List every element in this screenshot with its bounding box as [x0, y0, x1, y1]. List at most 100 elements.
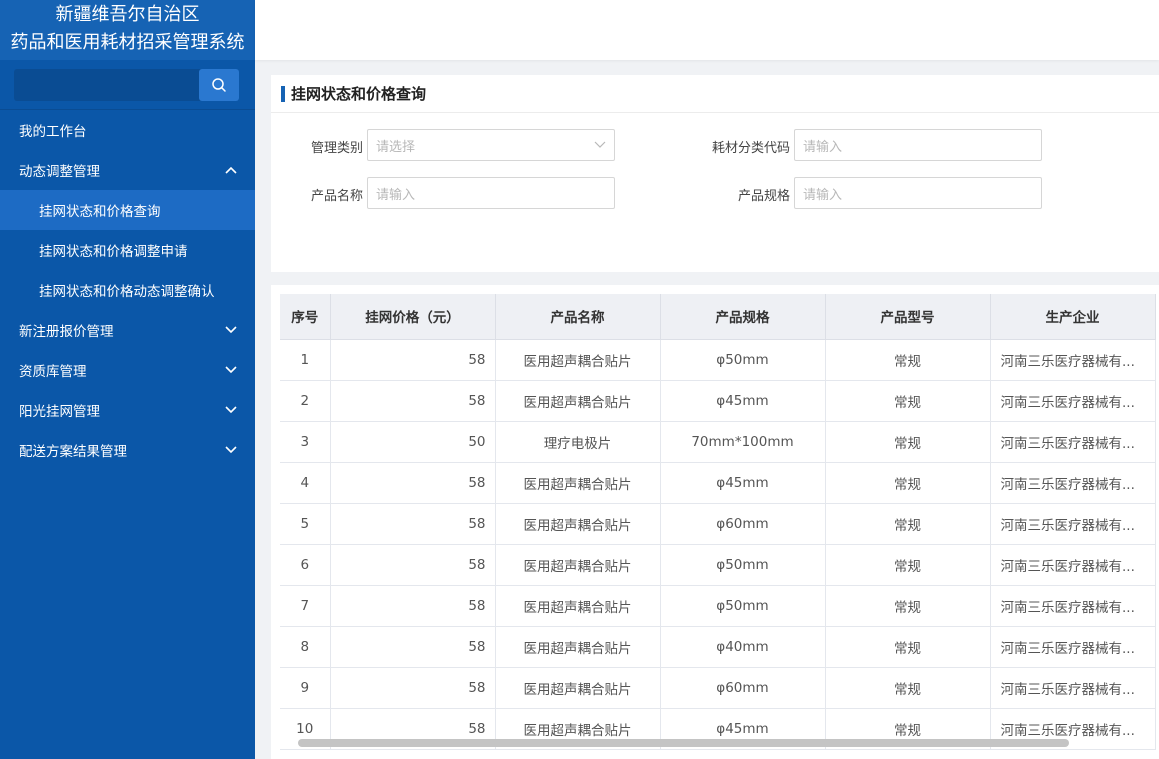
table-cell: 58: [330, 380, 496, 422]
table-row[interactable]: 9 58 医用超声耦合贴片 φ60mm 常规 河南三乐医疗器械有...: [280, 667, 1156, 709]
table-cell: 70mm*100mm: [660, 421, 826, 463]
table-row[interactable]: 4 58 医用超声耦合贴片 φ45mm 常规 河南三乐医疗器械有...: [280, 462, 1156, 504]
column-header[interactable]: 挂网价格（元）: [330, 294, 496, 340]
table-cell: 医用超声耦合贴片: [495, 380, 661, 422]
table-cell: 58: [330, 585, 496, 627]
panel-title: 挂网状态和价格查询: [271, 75, 1159, 113]
sidebar-item[interactable]: 我的工作台: [0, 110, 255, 150]
sidebar-item-label: 挂网状态和价格动态调整确认: [39, 284, 215, 300]
sidebar-item[interactable]: 挂网状态和价格查询: [0, 190, 255, 230]
table-cell: 58: [330, 503, 496, 545]
sidebar-item[interactable]: 资质库管理: [0, 350, 255, 390]
chevron-down-icon: [225, 364, 237, 376]
table-row[interactable]: 8 58 医用超声耦合贴片 φ40mm 常规 河南三乐医疗器械有...: [280, 626, 1156, 668]
table-cell: 医用超声耦合贴片: [495, 339, 661, 381]
table-cell: 50: [330, 421, 496, 463]
product-spec-input[interactable]: 请输入: [794, 177, 1042, 209]
sidebar-item[interactable]: 挂网状态和价格调整申请: [0, 230, 255, 270]
table-cell: 河南三乐医疗器械有...: [990, 544, 1156, 586]
table-cell: 2: [280, 380, 331, 422]
table-cell: φ45mm: [660, 380, 826, 422]
table-cell: 7: [280, 585, 331, 627]
sidebar-item-label: 挂网状态和价格查询: [39, 204, 161, 220]
table-cell: 58: [330, 544, 496, 586]
table-cell: 河南三乐医疗器械有...: [990, 503, 1156, 545]
search-icon: [212, 78, 226, 92]
table-cell: 6: [280, 544, 331, 586]
table-row[interactable]: 6 58 医用超声耦合贴片 φ50mm 常规 河南三乐医疗器械有...: [280, 544, 1156, 586]
chevron-down-icon: [594, 141, 606, 148]
sidebar-item-label: 资质库管理: [19, 364, 87, 380]
sidebar-item[interactable]: 阳光挂网管理: [0, 390, 255, 430]
table-cell: 4: [280, 462, 331, 504]
app-title: 新疆维吾尔自治区 药品和医用耗材招采管理系统: [0, 0, 255, 60]
sidebar-item-label: 我的工作台: [19, 124, 87, 140]
table-cell: 理疗电极片: [495, 421, 661, 463]
table-cell: 58: [330, 339, 496, 381]
table-row[interactable]: 3 50 理疗电极片 70mm*100mm 常规 河南三乐医疗器械有...: [280, 421, 1156, 463]
column-header[interactable]: 生产企业: [990, 294, 1156, 340]
table-cell: 常规: [825, 462, 991, 504]
category-select[interactable]: 请选择: [367, 129, 615, 161]
sidebar-item[interactable]: 新注册报价管理: [0, 310, 255, 350]
name-placeholder: 请输入: [376, 187, 416, 203]
table-cell: 医用超声耦合贴片: [495, 626, 661, 668]
table-cell: 常规: [825, 339, 991, 381]
sidebar: 新疆维吾尔自治区 药品和医用耗材招采管理系统 我的工作台动态调整管理挂网状态和价…: [0, 0, 255, 759]
column-header[interactable]: 序号: [280, 294, 331, 340]
sidebar-item-label: 新注册报价管理: [19, 324, 114, 340]
table-cell: φ50mm: [660, 339, 826, 381]
table-row[interactable]: 5 58 医用超声耦合贴片 φ60mm 常规 河南三乐医疗器械有...: [280, 503, 1156, 545]
sidebar-item[interactable]: 挂网状态和价格动态调整确认: [0, 270, 255, 310]
table-cell: 常规: [825, 503, 991, 545]
sidebar-item[interactable]: 配送方案结果管理: [0, 430, 255, 470]
table-cell: 58: [330, 667, 496, 709]
sidebar-item-label: 阳光挂网管理: [19, 404, 100, 420]
column-header[interactable]: 产品型号: [825, 294, 991, 340]
table-cell: 常规: [825, 667, 991, 709]
table-row[interactable]: 2 58 医用超声耦合贴片 φ45mm 常规 河南三乐医疗器械有...: [280, 380, 1156, 422]
app-title-line2: 药品和医用耗材招采管理系统: [10, 32, 245, 53]
table-cell: 河南三乐医疗器械有...: [990, 585, 1156, 627]
table-cell: φ45mm: [660, 462, 826, 504]
code-placeholder: 请输入: [803, 139, 843, 155]
chevron-down-icon: [225, 404, 237, 416]
chevron-up-icon: [225, 164, 237, 176]
category-placeholder: 请选择: [376, 139, 416, 155]
table-row[interactable]: 7 58 医用超声耦合贴片 φ50mm 常规 河南三乐医疗器械有...: [280, 585, 1156, 627]
product-name-input[interactable]: 请输入: [367, 177, 615, 209]
chevron-down-icon: [225, 444, 237, 456]
table-cell: φ50mm: [660, 585, 826, 627]
table-cell: 医用超声耦合贴片: [495, 667, 661, 709]
title-accent-bar: [281, 85, 285, 102]
app-title-line1: 新疆维吾尔自治区: [55, 4, 200, 25]
code-input[interactable]: 请输入: [794, 129, 1042, 161]
sidebar-item-label: 挂网状态和价格调整申请: [39, 244, 188, 260]
search-button[interactable]: [199, 69, 239, 101]
sidebar-item[interactable]: 动态调整管理: [0, 150, 255, 190]
sidebar-item-label: 动态调整管理: [19, 164, 100, 180]
table-cell: φ50mm: [660, 544, 826, 586]
spec-placeholder: 请输入: [803, 187, 843, 203]
panel-title-text: 挂网状态和价格查询: [291, 85, 427, 103]
table-cell: 河南三乐医疗器械有...: [990, 339, 1156, 381]
horizontal-scrollbar[interactable]: [298, 739, 1069, 747]
table-cell: 河南三乐医疗器械有...: [990, 462, 1156, 504]
table-cell: 9: [280, 667, 331, 709]
table-cell: 医用超声耦合贴片: [495, 585, 661, 627]
column-header[interactable]: 产品名称: [495, 294, 661, 340]
chevron-down-icon: [225, 324, 237, 336]
sidebar-search-input[interactable]: [14, 69, 199, 101]
table-cell: 医用超声耦合贴片: [495, 462, 661, 504]
table-body: 1 58 医用超声耦合贴片 φ50mm 常规 河南三乐医疗器械有... 2 58 医用超声耦合贴…: [280, 339, 1156, 750]
table-cell: 河南三乐医疗器械有...: [990, 626, 1156, 668]
table-cell: 1: [280, 339, 331, 381]
column-header[interactable]: 产品规格: [660, 294, 826, 340]
table-cell: 5: [280, 503, 331, 545]
sidebar-item-label: 配送方案结果管理: [19, 444, 127, 460]
sidebar-search: [14, 69, 239, 101]
table-row[interactable]: 1 58 医用超声耦合贴片 φ50mm 常规 河南三乐医疗器械有...: [280, 339, 1156, 381]
table-cell: φ40mm: [660, 626, 826, 668]
table-cell: 常规: [825, 544, 991, 586]
result-table: 序号 挂网价格（元） 产品名称 产品规格 产品型号 生产企业 1 58 医用超声耦合贴片 φ50…: [280, 294, 1156, 750]
